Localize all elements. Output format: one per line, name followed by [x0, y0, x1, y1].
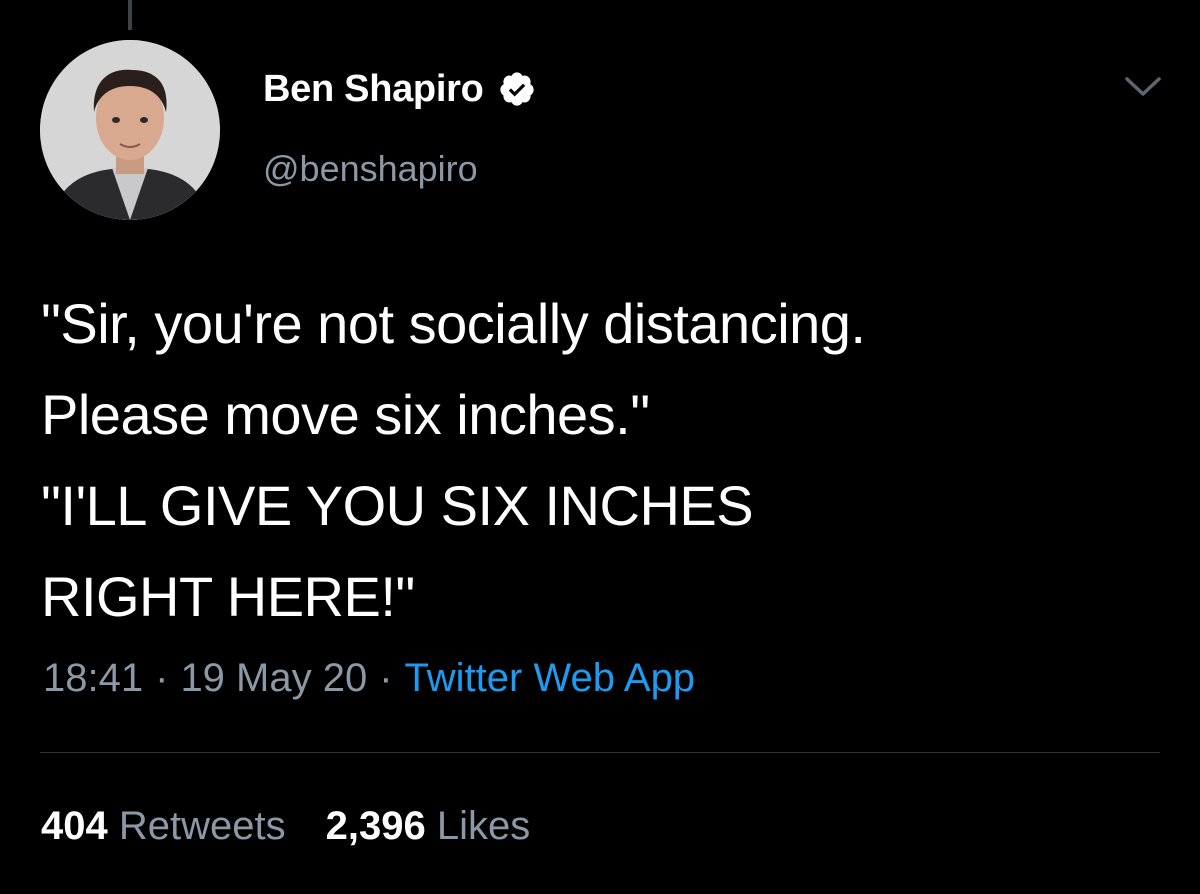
thread-connector-line [128, 0, 132, 30]
avatar-image [40, 40, 220, 220]
avatar[interactable] [40, 40, 220, 220]
retweets-label: Retweets [118, 804, 286, 848]
chevron-down-icon[interactable] [1123, 74, 1163, 100]
tweet-stats: 404 Retweets 2,396 Likes [41, 804, 570, 849]
retweets-stat[interactable]: 404 Retweets [41, 804, 286, 849]
divider [40, 752, 1160, 753]
tweet-text: "Sir, you're not socially distancing. Pl… [41, 292, 866, 628]
likes-label: Likes [436, 804, 531, 848]
author-display-name[interactable]: Ben Shapiro [263, 68, 484, 111]
author-name-row[interactable]: Ben Shapiro [263, 64, 536, 114]
verified-badge-icon [499, 72, 534, 106]
meta-separator: · [379, 656, 393, 700]
tweet-date[interactable]: 19 May 20 [180, 656, 367, 700]
tweet-meta: 18:41 · 19 May 20 · Twitter Web App [43, 656, 695, 701]
retweets-count: 404 [41, 804, 108, 848]
tweet-time[interactable]: 18:41 [43, 656, 143, 700]
author-handle[interactable]: @benshapiro [263, 148, 478, 190]
likes-stat[interactable]: 2,396 Likes [326, 804, 531, 849]
likes-count: 2,396 [325, 804, 426, 848]
meta-separator: · [155, 656, 169, 700]
tweet-source-link[interactable]: Twitter Web App [405, 656, 696, 700]
